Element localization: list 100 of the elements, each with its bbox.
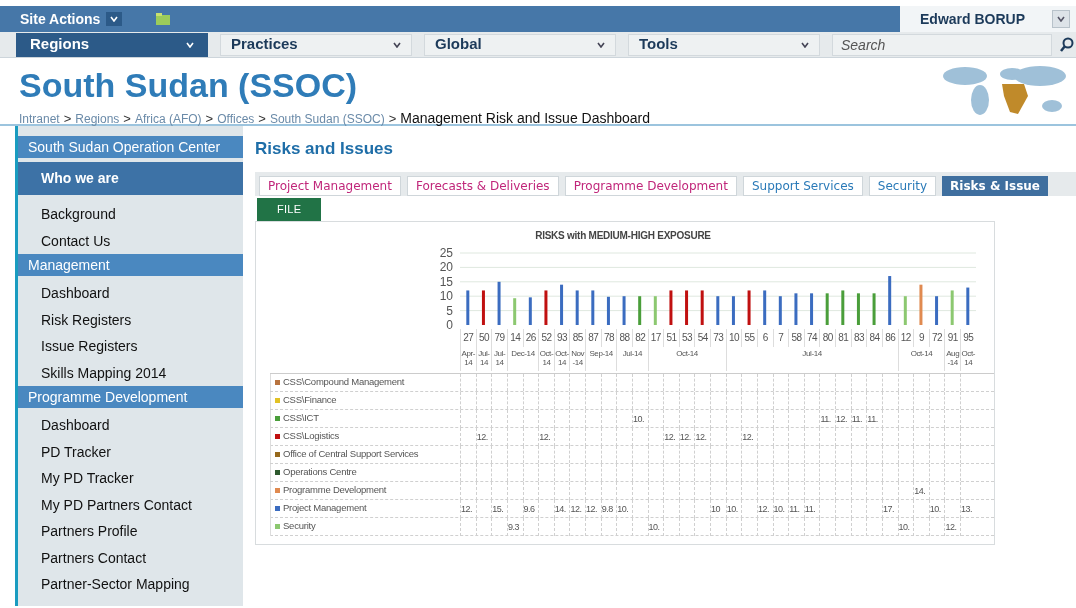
axis-group-label: Oct-14	[897, 346, 945, 371]
bar	[872, 292, 876, 325]
breadcrumb-link[interactable]: South Sudan (SSOC)	[269, 109, 385, 128]
table-cell: 10.	[928, 499, 945, 518]
sidebar-item[interactable]: Background	[18, 201, 243, 228]
folder-icon[interactable]	[156, 13, 171, 25]
sidebar-item[interactable]: My PD Partners Contact	[18, 491, 243, 518]
nav-menu[interactable]: Practices	[220, 33, 412, 56]
sidebar-item[interactable]: Dashboard	[18, 280, 243, 307]
section-heading: Risks and Issues	[255, 138, 394, 160]
tab[interactable]: Project Management	[259, 176, 401, 196]
bar	[778, 295, 782, 325]
category-label: 53	[678, 328, 695, 347]
sidebar-item[interactable]: Contact Us	[18, 227, 243, 254]
table-cell: 9.6	[522, 499, 539, 518]
tab[interactable]: Risks & Issue	[942, 176, 1048, 196]
axis-group-label: Apr-14	[460, 346, 476, 371]
nav-menu[interactable]: Tools	[628, 33, 820, 56]
table-cell: 11.	[819, 409, 835, 428]
table-cell: 11.	[866, 409, 882, 428]
table-cell: 12.	[835, 409, 851, 428]
table-cell: 13.	[960, 499, 976, 518]
bar	[528, 296, 532, 325]
bar	[497, 281, 501, 325]
search-field[interactable]: Search	[832, 33, 1052, 56]
bar	[481, 289, 485, 325]
table-cell: 10.	[772, 499, 789, 518]
sidebar-item[interactable]: PD Tracker	[18, 438, 243, 465]
table-cell: 10.	[647, 517, 664, 536]
nav-menu[interactable]: Regions	[16, 32, 208, 57]
sidebar-item[interactable]: Dashboard	[18, 412, 243, 439]
nav-menu[interactable]: Global	[424, 33, 616, 56]
breadcrumb-link[interactable]: Africa (AFO)	[134, 109, 202, 128]
sidebar-item[interactable]: Risk Registers	[18, 306, 243, 333]
axis-group-label: Sep-14	[585, 346, 617, 371]
tab[interactable]: Forecasts & Deliveries	[406, 176, 559, 196]
bar	[638, 295, 642, 325]
bar	[919, 284, 923, 325]
table-cell: 14.	[913, 481, 929, 500]
axis-group-label: Jul-14	[725, 346, 898, 371]
table-cell: 12.	[569, 499, 585, 518]
breadcrumb-separator: >	[388, 109, 397, 128]
category-label: 26	[522, 328, 539, 347]
category-label: 10	[725, 328, 742, 347]
caret-icon	[801, 41, 809, 48]
search-icon[interactable]	[1060, 36, 1074, 53]
sidebar-header[interactable]: Management	[18, 254, 243, 276]
bar	[575, 289, 579, 325]
table-cell: 11.	[803, 499, 820, 518]
sidebar-header[interactable]: Programme Development	[18, 386, 243, 408]
bar	[731, 295, 735, 325]
site-actions-label[interactable]: Site Actions	[20, 8, 101, 30]
sidebar-item[interactable]: Partner-Sector Mapping	[18, 571, 243, 598]
table-cell: 9.8	[600, 499, 617, 518]
bar	[825, 292, 829, 325]
breadcrumb-link[interactable]: Offices	[217, 109, 255, 128]
axis-group-label: Oct-14	[553, 346, 570, 371]
sidebar-item[interactable]: Who we are	[18, 162, 243, 195]
file-button[interactable]: FILE	[257, 198, 322, 221]
legend-label: Operations Centre	[283, 464, 357, 479]
bar	[653, 295, 657, 325]
breadcrumb-link[interactable]: Regions	[75, 109, 120, 128]
bar	[903, 295, 907, 325]
bar	[747, 289, 751, 325]
category-label: 87	[585, 328, 601, 347]
bar	[700, 289, 704, 325]
category-label: 6	[756, 328, 773, 347]
tab[interactable]: Support Services	[742, 176, 863, 196]
category-label: 17	[647, 328, 664, 347]
breadcrumb-link[interactable]: Intranet	[19, 109, 60, 128]
bar	[841, 289, 845, 325]
table-cell: 12.	[475, 427, 492, 446]
sidebar-item[interactable]: Partners Contact	[18, 544, 243, 571]
sidebar-item[interactable]: Issue Registers	[18, 333, 243, 360]
tab[interactable]: Programme Development	[564, 176, 737, 196]
dropdown-icon[interactable]	[106, 12, 123, 26]
category-label: 54	[694, 328, 710, 347]
tab[interactable]: Security	[868, 176, 937, 196]
category-label: 51	[663, 328, 679, 347]
bar	[544, 289, 548, 325]
bar	[763, 289, 767, 325]
sidebar-item[interactable]: Skills Mapping 2014	[18, 359, 243, 386]
category-label: 84	[866, 328, 882, 347]
table-cell: 10.	[725, 499, 742, 518]
category-label: 79	[491, 328, 507, 347]
sidebar-header[interactable]: South Sudan Operation Center	[18, 136, 243, 158]
category-label: 88	[616, 328, 632, 347]
sidebar-item[interactable]: My PD Tracker	[18, 465, 243, 492]
category-label: 52	[538, 328, 554, 347]
dropdown-icon[interactable]	[1052, 10, 1070, 28]
sidebar-item[interactable]: Partners Profile	[18, 518, 243, 545]
axis-group-label: Oct-14	[960, 346, 976, 371]
axis-group-label: Aug-14	[944, 346, 960, 371]
category-label: 85	[569, 328, 585, 347]
category-label: 82	[631, 328, 648, 347]
legend-label: Security	[283, 519, 316, 534]
y-axis-label: 5	[446, 303, 453, 318]
category-label: 83	[850, 328, 867, 347]
caret-icon	[393, 41, 401, 48]
axis-group-label: Nov-14	[569, 346, 585, 371]
